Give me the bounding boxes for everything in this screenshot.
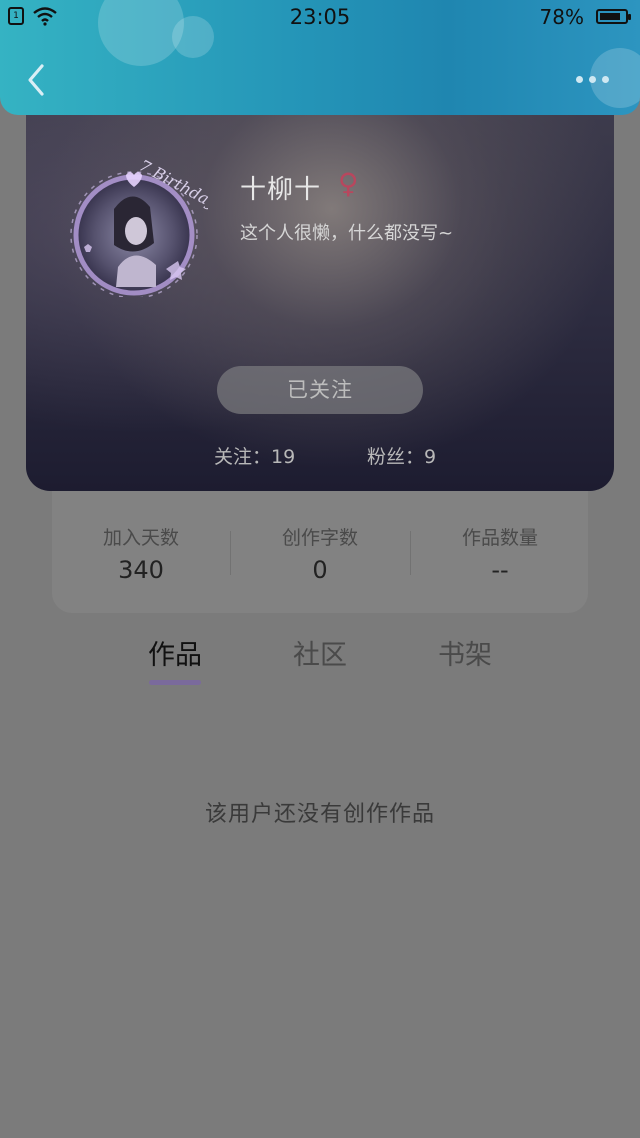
stat-label: 加入天数 <box>102 527 179 549</box>
tab-works[interactable]: 作品 <box>130 633 220 672</box>
stat-label: 创作字数 <box>281 527 358 549</box>
stat-value: 0 <box>312 556 328 584</box>
stat-join-days: 加入天数 340 <box>52 523 230 584</box>
tab-bookshelf[interactable]: 书架 <box>420 633 510 672</box>
battery-icon <box>596 9 631 24</box>
profile-card: 7 Birthday 十柳十 ♀ 这个人很懒，什么都没写~ 已关注 关注：19 … <box>26 115 614 491</box>
followers-count[interactable]: 粉丝：9 <box>367 442 436 469</box>
stat-label: 作品数量 <box>461 527 538 549</box>
followed-button[interactable]: 已关注 <box>217 366 423 414</box>
more-options-icon[interactable] <box>576 76 610 86</box>
empty-state-message: 该用户还没有创作作品 <box>204 802 435 827</box>
avatar[interactable]: 7 Birthday <box>68 147 208 297</box>
active-tab-indicator <box>149 680 201 685</box>
stat-value: 340 <box>118 556 164 584</box>
stat-word-count: 创作字数 0 <box>231 523 409 584</box>
stat-value: -- <box>491 556 509 584</box>
battery-percent: 78% <box>539 5 584 29</box>
tab-community[interactable]: 社区 <box>275 633 365 672</box>
stats-panel: 加入天数 340 创作字数 0 作品数量 -- <box>52 491 588 613</box>
female-gender-icon: ♀ <box>338 167 359 200</box>
user-bio: 这个人很懒，什么都没写~ <box>240 223 454 244</box>
following-count[interactable]: 关注：19 <box>214 442 295 469</box>
status-bar: 1 23:05 78% <box>0 0 640 34</box>
back-icon[interactable] <box>22 62 52 98</box>
stat-works-count: 作品数量 -- <box>411 523 589 584</box>
username: 十柳十 <box>240 175 322 205</box>
top-header: 1 23:05 78% <box>0 0 640 115</box>
